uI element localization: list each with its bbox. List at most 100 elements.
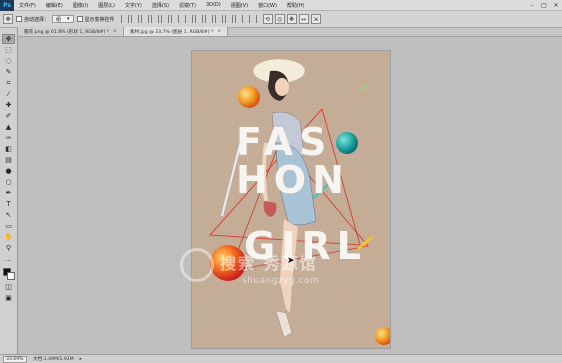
align-center-icon[interactable]: [160, 15, 169, 23]
auto-align-icon[interactable]: [248, 15, 257, 23]
auto-select-label: 自动选择：: [24, 16, 50, 23]
menu-item-5[interactable]: 选择(S): [147, 2, 174, 9]
menu-items: 文件(F) 编辑(E) 图像(I) 图层(L) 文字(Y) 选择(S) 滤镜(T) 3D(D)…: [14, 2, 310, 9]
clutch-bag: [263, 201, 277, 217]
maximize-button[interactable]: □: [538, 0, 550, 11]
menu-item-1[interactable]: 编辑(E): [41, 2, 68, 9]
gradient-tool-icon[interactable]: ▤: [2, 155, 15, 165]
lasso-tool-icon[interactable]: ◌: [2, 56, 15, 66]
quick-select-tool-icon[interactable]: ✎: [2, 67, 15, 77]
hand-tool-icon[interactable]: ✋: [2, 232, 15, 242]
menu-item-0[interactable]: 文件(F): [14, 2, 41, 9]
options-bar: ✥ 自动选择： 组 ▾ 显示变换控件 ⟲ ◎ ✥ ↔ ⇲: [0, 11, 562, 28]
tools-panel: ✥ ⬚ ◌ ✎ ⌗ ⁄ ✚ ✐ ▲ ✑ ◧ ▤ ● ○ ✒ T ↖ ▭ ✋ ⚲… ◫ ▣: [0, 28, 18, 363]
quick-mask-icon[interactable]: ◫: [2, 282, 15, 292]
close-button[interactable]: ✕: [550, 0, 562, 11]
menu-item-4[interactable]: 文字(Y): [120, 2, 147, 9]
document-canvas[interactable]: FAS HON GIRL: [192, 51, 390, 348]
background-color[interactable]: [6, 272, 15, 280]
distribute-right-icon[interactable]: [234, 15, 243, 23]
eraser-tool-icon[interactable]: ◧: [2, 144, 15, 154]
headline-line-1: FAS HON: [236, 120, 350, 202]
watermark: 搜索 秀源馆 shuangzyg.com: [180, 248, 390, 298]
3d-mode-buttons: ⟲ ◎ ✥ ↔ ⇲: [262, 14, 321, 24]
orange-sphere: [238, 86, 260, 108]
show-transform-checkbox[interactable]: [76, 16, 83, 22]
menu-item-8[interactable]: 视图(V): [226, 2, 253, 9]
shape-tool-icon[interactable]: ▭: [2, 221, 15, 231]
crop-tool-icon[interactable]: ⌗: [2, 78, 15, 88]
photoshop-logo: Ps: [0, 0, 14, 11]
distribute-left-icon[interactable]: [214, 15, 223, 23]
brush-tool-icon[interactable]: ✐: [2, 111, 15, 121]
auto-select-value: 组: [56, 16, 62, 23]
move-tool-preset-icon[interactable]: ✥: [3, 14, 13, 24]
align-left-icon[interactable]: [150, 15, 159, 23]
tab-label: 服装.png @ 61.8% (形状 1, RGB/8#) *: [24, 29, 110, 35]
close-icon[interactable]: ×: [217, 29, 221, 34]
blur-tool-icon[interactable]: ●: [2, 166, 15, 176]
show-transform-option[interactable]: 显示变换控件: [76, 16, 115, 23]
marquee-tool-icon[interactable]: ⬚: [2, 45, 15, 55]
tab-document-2[interactable]: 素材.jpg @ 33.7% (图层 1, RGB/8#) * ×: [123, 27, 229, 36]
tab-document-1[interactable]: 服装.png @ 61.8% (形状 1, RGB/8#) * ×: [18, 27, 124, 36]
tab-label: 素材.jpg @ 33.7% (图层 1, RGB/8#) *: [129, 29, 214, 35]
3d-slide-icon[interactable]: ↔: [298, 14, 309, 24]
menu-item-2[interactable]: 图像(I): [68, 2, 93, 9]
zoom-value: 33.69%: [6, 356, 24, 362]
status-bar: 33.69% 文档:1.49M/1.92M ▸: [0, 354, 562, 363]
color-swatches[interactable]: [2, 267, 16, 281]
menu-item-3[interactable]: 图层(L): [93, 2, 120, 9]
3d-roll-icon[interactable]: ◎: [274, 14, 285, 24]
align-middle-icon[interactable]: [130, 15, 139, 23]
shoe: [275, 310, 293, 338]
3d-rotate-icon[interactable]: ⟲: [262, 14, 273, 24]
screen-mode-icon[interactable]: ▣: [2, 293, 15, 303]
tools-list: ✥ ⬚ ◌ ✎ ⌗ ⁄ ✚ ✐ ▲ ✑ ◧ ▤ ● ○ ✒ T ↖ ▭ ✋ ⚲…: [2, 34, 15, 264]
watermark-text: 搜索 秀源馆: [220, 254, 318, 273]
align-buttons: [120, 15, 179, 23]
menu-item-9[interactable]: 窗口(W): [253, 2, 282, 9]
align-top-icon[interactable]: [120, 15, 129, 23]
menu-item-7[interactable]: 3D(D): [201, 2, 226, 9]
distribute-bottom-icon[interactable]: [204, 15, 213, 23]
auto-select-option[interactable]: 自动选择：: [16, 16, 49, 23]
zoom-field[interactable]: 33.69%: [3, 355, 27, 363]
watermark-logo-icon: [180, 248, 214, 282]
eyedropper-tool-icon[interactable]: ⁄: [2, 89, 15, 99]
menu-bar: Ps 文件(F) 编辑(E) 图像(I) 图层(L) 文字(Y) 选择(S) 滤镜(T) 3D…: [0, 0, 562, 11]
status-menu-icon[interactable]: ▸: [80, 357, 82, 362]
path-select-tool-icon[interactable]: ↖: [2, 210, 15, 220]
distribute-top-icon[interactable]: [184, 15, 193, 23]
auto-align-group: [248, 15, 257, 23]
watermark-url: shuangzyg.com: [242, 276, 320, 286]
distribute-center-icon[interactable]: [224, 15, 233, 23]
auto-select-checkbox[interactable]: [16, 16, 22, 22]
close-icon[interactable]: ×: [113, 29, 117, 34]
document-tabs: 服装.png @ 61.8% (形状 1, RGB/8#) * × 素材.jpg…: [18, 27, 562, 37]
3d-drag-icon[interactable]: ✥: [286, 14, 297, 24]
show-transform-label: 显示变换控件: [84, 16, 115, 23]
distribute-middle-icon[interactable]: [194, 15, 203, 23]
menu-item-10[interactable]: 帮助(H): [282, 2, 310, 9]
align-bottom-icon[interactable]: [140, 15, 149, 23]
3d-scale-icon[interactable]: ⇲: [310, 14, 321, 24]
auto-select-dropdown[interactable]: 组 ▾: [52, 15, 74, 23]
distribute-buttons: [184, 15, 243, 23]
type-tool-icon[interactable]: T: [2, 199, 15, 209]
mouse-cursor-icon: ➤: [287, 256, 295, 266]
document-info: 文档:1.49M/1.92M: [33, 357, 74, 362]
zoom-tool-icon[interactable]: ⚲: [2, 243, 15, 253]
more-tools-icon[interactable]: …: [2, 254, 15, 264]
pen-tool-icon[interactable]: ✒: [2, 188, 15, 198]
align-right-icon[interactable]: [170, 15, 179, 23]
healing-tool-icon[interactable]: ✚: [2, 100, 15, 110]
menu-item-6[interactable]: 滤镜(T): [174, 2, 201, 9]
move-tool-icon[interactable]: ✥: [2, 34, 15, 44]
face: [275, 78, 289, 96]
minimize-button[interactable]: –: [526, 0, 538, 11]
dodge-tool-icon[interactable]: ○: [2, 177, 15, 187]
window-controls: – □ ✕: [526, 0, 562, 11]
history-brush-icon[interactable]: ✑: [2, 133, 15, 143]
stamp-tool-icon[interactable]: ▲: [2, 122, 15, 132]
